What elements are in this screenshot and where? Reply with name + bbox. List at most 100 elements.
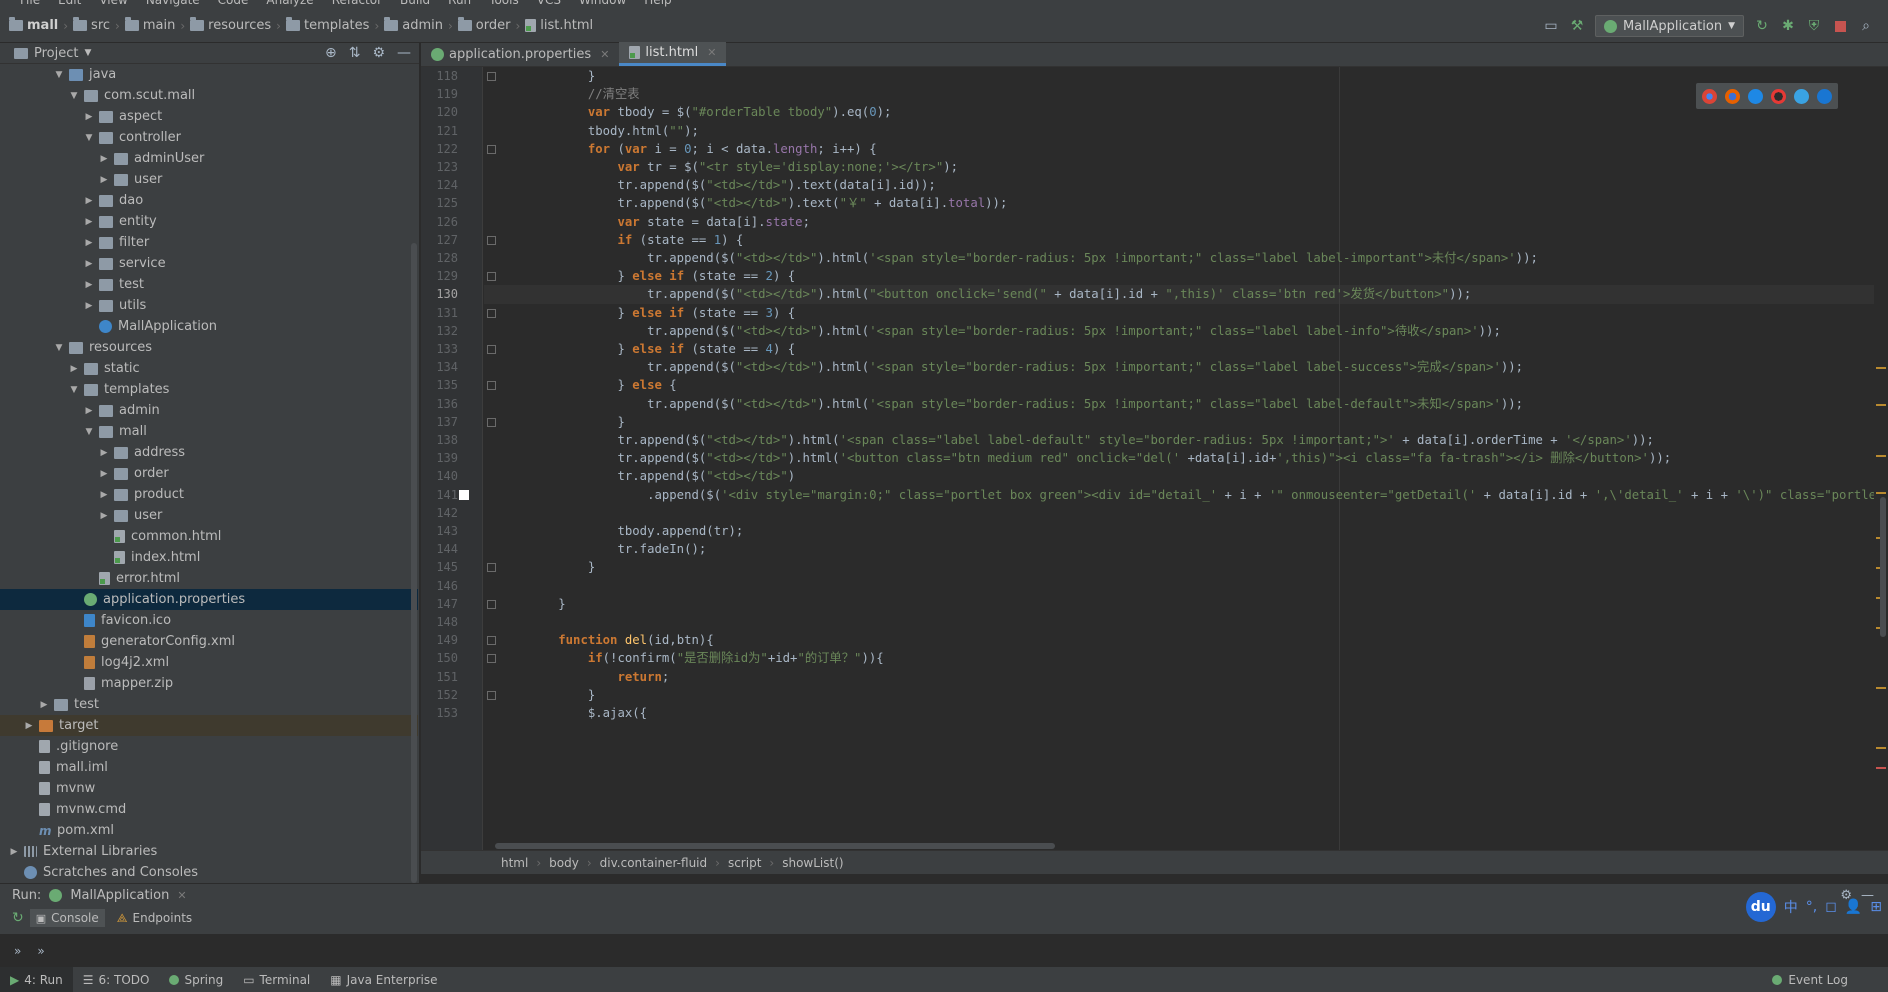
fold-marker-icon[interactable] bbox=[487, 235, 496, 245]
expanded-arrow-icon[interactable]: ▼ bbox=[68, 385, 80, 395]
menu-item-code[interactable]: Code bbox=[218, 0, 249, 7]
menu-item-window[interactable]: Window bbox=[579, 0, 626, 7]
code-line[interactable]: } bbox=[499, 686, 595, 704]
tree-item[interactable]: ▶ target bbox=[0, 715, 418, 736]
fold-marker-icon[interactable] bbox=[487, 72, 496, 81]
code-line[interactable]: tr.append($("<td></td>").html('<span sty… bbox=[499, 395, 1523, 413]
coverage-icon[interactable]: ⛨ bbox=[1806, 18, 1822, 34]
tree-item[interactable]: mvnw bbox=[0, 778, 418, 799]
breadcrumb-item[interactable]: mall bbox=[4, 15, 63, 37]
tree-item[interactable]: ▶ test bbox=[0, 694, 418, 715]
code-line[interactable]: function del(id,btn){ bbox=[499, 631, 714, 649]
tool-window-terminal[interactable]: ▭ Terminal bbox=[233, 967, 320, 992]
tree-item[interactable]: ▶ service bbox=[0, 253, 418, 274]
search-everywhere-icon[interactable]: ⌕ bbox=[1858, 18, 1874, 34]
tree-item[interactable]: favicon.ico bbox=[0, 610, 418, 631]
tree-item[interactable]: index.html bbox=[0, 547, 418, 568]
tree-item[interactable]: MallApplication bbox=[0, 316, 418, 337]
code-line[interactable]: tbody.html(""); bbox=[499, 122, 699, 140]
breadcrumb-item[interactable]: templates bbox=[281, 15, 374, 37]
tree-item[interactable]: ▶ static bbox=[0, 358, 418, 379]
tree-item[interactable]: ▶ address bbox=[0, 442, 418, 463]
tree-item[interactable]: ▶ utils bbox=[0, 295, 418, 316]
code-line[interactable]: var tbody = $("#orderTable tbody").eq(0)… bbox=[499, 103, 892, 121]
build-hammer-icon[interactable]: ⚒ bbox=[1569, 18, 1585, 34]
fold-marker-icon[interactable] bbox=[487, 381, 496, 391]
code-line[interactable]: } bbox=[499, 558, 595, 576]
tree-item[interactable]: ▶ product bbox=[0, 484, 418, 505]
tree-item[interactable]: error.html bbox=[0, 568, 418, 589]
collapsed-arrow-icon[interactable]: ▶ bbox=[23, 721, 35, 731]
collapsed-arrow-icon[interactable]: ▶ bbox=[68, 364, 80, 374]
tree-item[interactable]: ▶ test bbox=[0, 274, 418, 295]
rerun-icon[interactable]: ↻ bbox=[12, 910, 24, 926]
stop-icon[interactable] bbox=[1832, 18, 1848, 34]
expanded-arrow-icon[interactable]: ▼ bbox=[68, 91, 80, 101]
tree-item[interactable]: ▶ filter bbox=[0, 232, 418, 253]
collapsed-arrow-icon[interactable]: ▶ bbox=[98, 154, 110, 164]
menu-item-build[interactable]: Build bbox=[400, 0, 430, 7]
ime-user-icon[interactable]: 👤 bbox=[1845, 899, 1862, 915]
collapse-all-icon[interactable]: ⇅ bbox=[349, 45, 361, 61]
breadcrumb-item[interactable]: main bbox=[120, 15, 180, 37]
code-line[interactable]: } bbox=[499, 595, 565, 613]
code-line[interactable]: } bbox=[499, 413, 624, 431]
tree-item[interactable]: common.html bbox=[0, 526, 418, 547]
tree-item[interactable]: ▼ mall bbox=[0, 421, 418, 442]
run-config-select[interactable]: MallApplication ▼ bbox=[1595, 15, 1744, 37]
error-stripe[interactable] bbox=[1874, 67, 1888, 850]
event-log[interactable]: Event Log bbox=[1772, 973, 1848, 987]
menu-item-view[interactable]: View bbox=[99, 0, 127, 7]
editor-breadcrumb-item[interactable]: script bbox=[728, 856, 761, 870]
editor-horizontal-scrollbar[interactable] bbox=[495, 843, 1055, 849]
collapsed-arrow-icon[interactable]: ▶ bbox=[83, 280, 95, 290]
expand-icon-2[interactable]: » bbox=[37, 944, 44, 958]
code-line[interactable]: tr.append($("<td></td>").html('<span cla… bbox=[499, 431, 1654, 449]
fold-marker-icon[interactable] bbox=[487, 345, 496, 354]
collapsed-arrow-icon[interactable]: ▶ bbox=[98, 511, 110, 521]
fold-marker-icon[interactable] bbox=[487, 690, 496, 700]
expanded-arrow-icon[interactable]: ▼ bbox=[83, 133, 95, 143]
code-line[interactable]: tr.append($("<td></td>").text("￥" + data… bbox=[499, 194, 1007, 212]
expanded-arrow-icon[interactable]: ▼ bbox=[53, 70, 65, 80]
expand-icon[interactable]: » bbox=[14, 944, 21, 958]
breadcrumb-item[interactable]: order bbox=[453, 15, 516, 37]
code-line[interactable]: for (var i = 0; i < data.length; i++) { bbox=[499, 140, 877, 158]
collapsed-arrow-icon[interactable]: ▶ bbox=[98, 175, 110, 185]
tree-item[interactable]: ▼ templates bbox=[0, 379, 418, 400]
code-line[interactable]: if(!confirm("是否删除id为"+id+"的订单？")){ bbox=[499, 649, 884, 667]
code-line[interactable]: tr.append($("<td></td>").html("<button o… bbox=[499, 285, 1471, 303]
ime-punctuation-toggle[interactable]: °, bbox=[1806, 899, 1817, 915]
code-line[interactable]: tr.append($("<td></td>").text(data[i].id… bbox=[499, 176, 935, 194]
ime-menu-icon[interactable]: ⊞ bbox=[1870, 899, 1882, 915]
code-line[interactable]: tr.append($("<td></td>").html('<button c… bbox=[499, 449, 1671, 467]
code-line[interactable]: tr.append($("<td></td>").html('<span sty… bbox=[499, 358, 1523, 376]
code-line[interactable]: tr.append($("<td></td>") bbox=[499, 467, 795, 485]
code-line[interactable]: $.ajax({ bbox=[499, 704, 647, 722]
tree-item[interactable]: ▶ aspect bbox=[0, 106, 418, 127]
code-line[interactable]: if (state == 1) { bbox=[499, 231, 743, 249]
close-icon[interactable]: ✕ bbox=[707, 46, 716, 59]
editor-breadcrumb-item[interactable]: div.container-fluid bbox=[600, 856, 707, 870]
menu-item-tools[interactable]: Tools bbox=[489, 0, 519, 7]
tree-item[interactable]: Scratches and Consoles bbox=[0, 862, 418, 883]
safari-icon[interactable] bbox=[1748, 88, 1763, 104]
tree-item[interactable]: m pom.xml bbox=[0, 820, 418, 841]
fold-marker-icon[interactable] bbox=[487, 654, 496, 664]
collapsed-arrow-icon[interactable]: ▶ bbox=[83, 112, 95, 122]
ie-icon[interactable] bbox=[1794, 88, 1809, 104]
code-line[interactable]: } else if (state == 2) { bbox=[499, 267, 795, 285]
chrome-icon[interactable] bbox=[1702, 88, 1717, 104]
menu-item-help[interactable]: Help bbox=[644, 0, 671, 7]
collapsed-arrow-icon[interactable]: ▶ bbox=[83, 196, 95, 206]
tree-item[interactable]: ▶ admin bbox=[0, 400, 418, 421]
ime-keyboard-icon[interactable]: ◻ bbox=[1825, 899, 1837, 915]
code-line[interactable]: tr.append($("<td></td>").html('<span sty… bbox=[499, 322, 1501, 340]
tab-list-html[interactable]: list.html ✕ bbox=[619, 42, 727, 66]
tree-item[interactable]: application.properties bbox=[0, 589, 418, 610]
fold-marker-icon[interactable] bbox=[487, 417, 496, 427]
collapsed-arrow-icon[interactable]: ▶ bbox=[38, 700, 50, 710]
tab-console[interactable]: ▣ Console bbox=[29, 909, 105, 927]
firefox-icon[interactable] bbox=[1725, 88, 1740, 104]
tree-item[interactable]: ▶ user bbox=[0, 505, 418, 526]
